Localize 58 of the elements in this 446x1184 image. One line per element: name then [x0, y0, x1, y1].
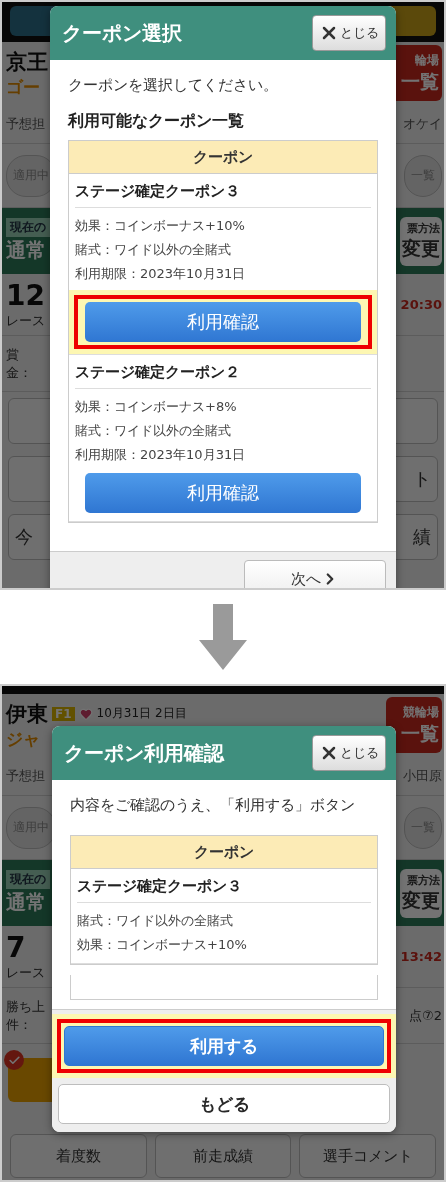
coupon-detail: 利用期限：2023年10月31日: [75, 265, 247, 283]
table-header: クーポン: [69, 141, 377, 174]
confirm-button[interactable]: 利用確認: [85, 473, 361, 513]
coupon-detail: 利用期限：2023年10月31日: [75, 446, 247, 464]
coupon-detail: 賭式：ワイド以外の全賭式: [75, 241, 232, 259]
close-button[interactable]: とじる: [312, 735, 386, 771]
info-text: 賞: [6, 345, 20, 364]
use-button[interactable]: 利用する: [64, 1026, 384, 1066]
down-arrow-icon: [199, 604, 247, 670]
table-header: クーポン: [71, 836, 377, 869]
dialog-title: クーポン利用確認: [64, 739, 224, 767]
coupon-detail: 効果：コインボーナス+10%: [77, 936, 248, 954]
coupon-detail: 賭式：ワイド以外の全賭式: [77, 912, 234, 930]
venue-name: 京王: [6, 48, 48, 76]
coupon-detail: 賭式：ワイド以外の全賭式: [75, 422, 232, 440]
info-text: 金：: [6, 363, 32, 382]
race-name: ジャ: [6, 727, 41, 751]
race-date: 10月31日 2日目: [96, 705, 187, 722]
status-label: 現在の: [6, 218, 50, 237]
coupon-detail: 効果：コインボーナス+8%: [75, 398, 238, 416]
instruction-text: クーポンを選択してください。: [68, 76, 279, 95]
race-number: 7: [6, 931, 27, 964]
section-heading: 利用可能なクーポン一覧: [68, 111, 245, 132]
change-method-button[interactable]: 票方法 変更: [400, 216, 442, 266]
coupon-title: ステージ確定クーポン３: [75, 182, 371, 208]
info-text: 点⑦2: [409, 1006, 442, 1025]
start-time: 13:42: [400, 949, 442, 964]
info-text: 勝ち上: [6, 997, 45, 1016]
coupon-title: ステージ確定クーポン２: [75, 363, 371, 389]
info-text: 予想担: [6, 766, 45, 785]
close-button[interactable]: とじる: [312, 15, 386, 51]
bet-mode: 通常: [6, 237, 47, 264]
instruction-text: 内容をご確認のうえ、「利用する」ボタン: [70, 796, 356, 815]
confirm-button[interactable]: 利用確認: [85, 302, 361, 342]
check-icon: [4, 1050, 24, 1070]
bet-mode: 通常: [6, 889, 47, 916]
venue-list-button[interactable]: 競輪場 一覧: [386, 697, 442, 753]
info-text: オケイ: [403, 114, 442, 133]
info-text: 予想担: [6, 114, 45, 133]
dialog-title: クーポン選択: [62, 19, 182, 47]
coupon-title: ステージ確定クーポン３: [77, 877, 371, 903]
next-button[interactable]: 次へ: [244, 560, 386, 588]
race-label: レース: [6, 312, 45, 330]
info-text: 件：: [6, 1015, 33, 1034]
menu-button[interactable]: 着度数: [10, 1134, 147, 1178]
menu-button[interactable]: 選手コメント: [299, 1134, 436, 1178]
coupon-detail: 効果：コインボーナス+10%: [75, 217, 246, 235]
race-label: レース: [6, 964, 45, 982]
change-method-button[interactable]: 票方法 変更: [400, 868, 442, 918]
venue-name: 伊東: [6, 700, 48, 728]
back-button[interactable]: もどる: [58, 1084, 390, 1124]
race-number: 12: [6, 279, 45, 312]
menu-button[interactable]: 前走成績: [154, 1134, 292, 1178]
status-label: 現在の: [6, 870, 50, 889]
grade-badge: F1: [52, 706, 75, 721]
race-name: ゴー: [6, 75, 41, 99]
info-text: 小田原: [403, 766, 442, 785]
start-time: 20:30: [400, 297, 442, 312]
